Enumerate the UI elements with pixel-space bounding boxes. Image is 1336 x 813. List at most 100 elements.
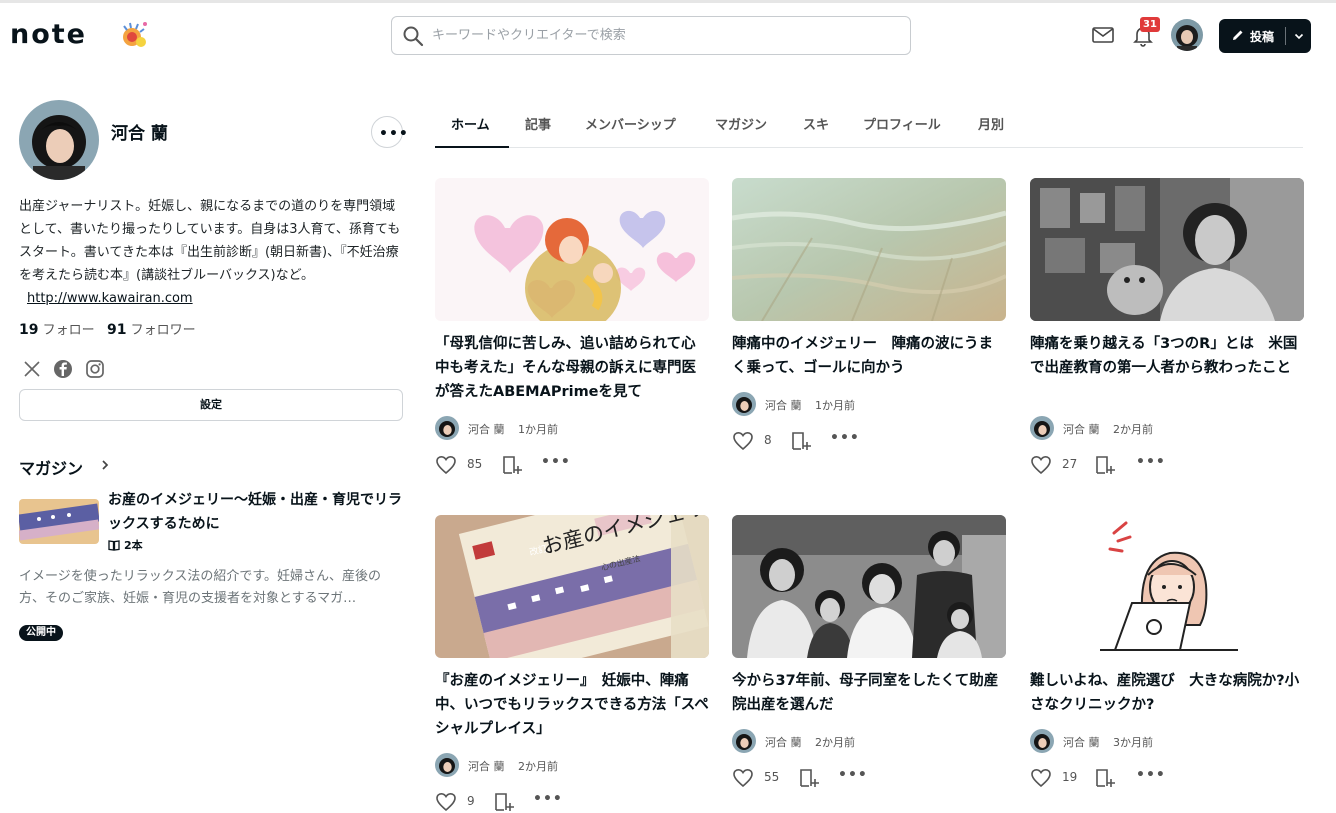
follow-count[interactable]: 19: [19, 322, 38, 338]
article-card[interactable]: 陣痛中のイメジェリー 陣痛の波にうまく乗って、ゴールに向かう 河合 蘭 1か月前…: [732, 178, 1006, 458]
follower-count[interactable]: 91: [107, 322, 126, 338]
post-time: 2か月前: [518, 760, 558, 773]
pencil-icon: [1233, 30, 1243, 40]
tab-home[interactable]: ホーム: [451, 114, 490, 133]
notification-badge: 31: [1140, 17, 1160, 32]
like-count: 8: [764, 433, 772, 447]
more-options-icon[interactable]: •••: [533, 791, 563, 807]
tab-membership[interactable]: メンバーシップ: [585, 114, 676, 133]
follow-label[interactable]: フォロー: [43, 323, 95, 338]
author-avatar[interactable]: [435, 416, 459, 440]
article-title[interactable]: 『お産のイメジェリー』 妊娠中、陣痛中、いつでもリラックスできる方法「スペシャル…: [435, 669, 709, 741]
article-card[interactable]: 「母乳信仰に苦しみ、追い詰められて心中も考えた」そんな母親の訴えに専門医が答えた…: [435, 178, 709, 478]
article-actions: 55 •••: [732, 766, 1006, 790]
user-avatar[interactable]: [1171, 19, 1203, 51]
status-badge: 公開中: [19, 625, 63, 641]
add-to-magazine-icon[interactable]: [1094, 454, 1116, 476]
heart-icon[interactable]: [732, 430, 754, 452]
author-name[interactable]: 河合 蘭: [1063, 421, 1100, 437]
article-thumbnail[interactable]: [732, 515, 1006, 658]
article-meta: 河合 蘭 3か月前: [1030, 729, 1304, 753]
article-thumbnail[interactable]: [1030, 178, 1304, 321]
like-count: 55: [764, 770, 780, 784]
like-count: 85: [467, 457, 483, 471]
add-to-magazine-icon[interactable]: [1094, 767, 1116, 789]
book-icon: [108, 540, 120, 551]
article-meta: 河合 蘭 2か月前: [435, 753, 709, 777]
tab-magazine[interactable]: マガジン: [715, 114, 767, 133]
author-avatar[interactable]: [435, 753, 459, 777]
post-label: 投稿: [1250, 30, 1275, 44]
author-name[interactable]: 河合 蘭: [1063, 734, 1100, 750]
article-title[interactable]: 「母乳信仰に苦しみ、追い詰められて心中も考えた」そんな母親の訴えに専門医が答えた…: [435, 332, 709, 404]
magazine-thumbnail[interactable]: [19, 499, 99, 544]
tab-monthly[interactable]: 月別: [978, 114, 1004, 133]
more-options-icon[interactable]: •••: [830, 430, 860, 446]
bio-text: 出産ジャーナリスト。妊娠し、親になるまでの道のりを専門領域として、書いたり撮った…: [19, 199, 401, 283]
article-card[interactable]: 今から37年前、母子同室をしたくて助産院出産を選んだ 河合 蘭 2か月前 55 …: [732, 515, 1006, 795]
article-thumbnail[interactable]: [435, 178, 709, 321]
magazine-count-text: 2本: [124, 539, 143, 552]
profile-tabs: ホーム 記事 メンバーシップ マガジン スキ プロフィール 月別: [435, 108, 1303, 148]
article-title[interactable]: 今から37年前、母子同室をしたくて助産院出産を選んだ: [732, 669, 1006, 717]
more-options-icon[interactable]: •••: [838, 767, 868, 783]
add-to-magazine-icon[interactable]: [790, 430, 812, 452]
article-card[interactable]: 陣痛を乗り越える「3つのR」とは 米国で出産教育の第一人者から教わったこと 河合…: [1030, 178, 1304, 478]
article-card[interactable]: 改訂 お産のイメジェリー 心の出産法 『お産のイメジェリー』 妊娠中、陣痛中、い…: [435, 515, 709, 813]
add-to-magazine-icon[interactable]: [493, 791, 515, 813]
post-divider: [1285, 27, 1286, 45]
add-to-magazine-icon[interactable]: [501, 454, 523, 476]
heart-icon[interactable]: [732, 767, 754, 789]
profile-bio: 出産ジャーナリスト。妊娠し、親になるまでの道のりを専門領域として、書いたり撮った…: [19, 195, 404, 310]
profile-more-button[interactable]: •••: [371, 116, 408, 148]
magazine-article-count: 2本: [108, 537, 143, 553]
heart-icon[interactable]: [1030, 767, 1052, 789]
author-avatar[interactable]: [732, 392, 756, 416]
article-thumbnail[interactable]: [732, 178, 1006, 321]
tab-profile[interactable]: プロフィール: [863, 114, 941, 133]
more-options-icon[interactable]: •••: [1136, 767, 1166, 783]
instagram-icon[interactable]: [84, 358, 106, 380]
article-meta: 河合 蘭 1か月前: [435, 416, 709, 440]
tab-likes[interactable]: スキ: [803, 114, 829, 133]
like-count: 27: [1062, 457, 1078, 471]
article-card[interactable]: 難しいよね、産院選び 大きな病院か?小さなクリニックか? 河合 蘭 3か月前 1…: [1030, 515, 1304, 795]
author-avatar[interactable]: [1030, 416, 1054, 440]
author-avatar[interactable]: [1030, 729, 1054, 753]
article-meta: 河合 蘭 2か月前: [1030, 416, 1304, 440]
chevron-down-icon[interactable]: [1293, 30, 1305, 42]
follower-label[interactable]: フォロワー: [131, 323, 196, 338]
author-name[interactable]: 河合 蘭: [765, 397, 802, 413]
article-title[interactable]: 難しいよね、産院選び 大きな病院か?小さなクリニックか?: [1030, 669, 1304, 717]
author-name[interactable]: 河合 蘭: [468, 421, 505, 437]
facebook-icon[interactable]: [52, 358, 74, 380]
author-avatar[interactable]: [732, 729, 756, 753]
heart-icon[interactable]: [1030, 454, 1052, 476]
article-title[interactable]: 陣痛を乗り越える「3つのR」とは 米国で出産教育の第一人者から教わったこと: [1030, 332, 1304, 380]
chevron-right-icon[interactable]: [98, 458, 112, 472]
profile-link[interactable]: http://www.kawairan.com: [27, 291, 193, 306]
article-thumbnail[interactable]: 改訂 お産のイメジェリー 心の出産法: [435, 515, 709, 658]
tab-articles[interactable]: 記事: [525, 114, 551, 133]
settings-button[interactable]: 設定: [19, 389, 403, 421]
heart-icon[interactable]: [435, 454, 457, 476]
author-name[interactable]: 河合 蘭: [765, 734, 802, 750]
more-options-icon[interactable]: •••: [1136, 454, 1166, 470]
search-box[interactable]: [391, 16, 911, 55]
article-title[interactable]: 陣痛中のイメジェリー 陣痛の波にうまく乗って、ゴールに向かう: [732, 332, 1006, 380]
heart-icon[interactable]: [435, 791, 457, 813]
add-to-magazine-icon[interactable]: [798, 767, 820, 789]
article-meta: 河合 蘭 1か月前: [732, 392, 1006, 416]
search-input[interactable]: [432, 17, 902, 54]
article-meta: 河合 蘭 2か月前: [732, 729, 1006, 753]
article-thumbnail[interactable]: [1030, 515, 1304, 658]
post-time: 1か月前: [518, 423, 558, 436]
mail-icon[interactable]: [1091, 23, 1115, 47]
x-icon[interactable]: [21, 358, 43, 380]
note-logo[interactable]: note: [10, 19, 87, 50]
more-options-icon[interactable]: •••: [541, 454, 571, 470]
post-button[interactable]: 投稿: [1219, 19, 1311, 53]
magazine-section-title[interactable]: マガジン: [19, 455, 83, 479]
magazine-title[interactable]: お産のイメジェリー〜妊娠・出産・育児でリラックスするために: [108, 488, 403, 536]
author-name[interactable]: 河合 蘭: [468, 758, 505, 774]
